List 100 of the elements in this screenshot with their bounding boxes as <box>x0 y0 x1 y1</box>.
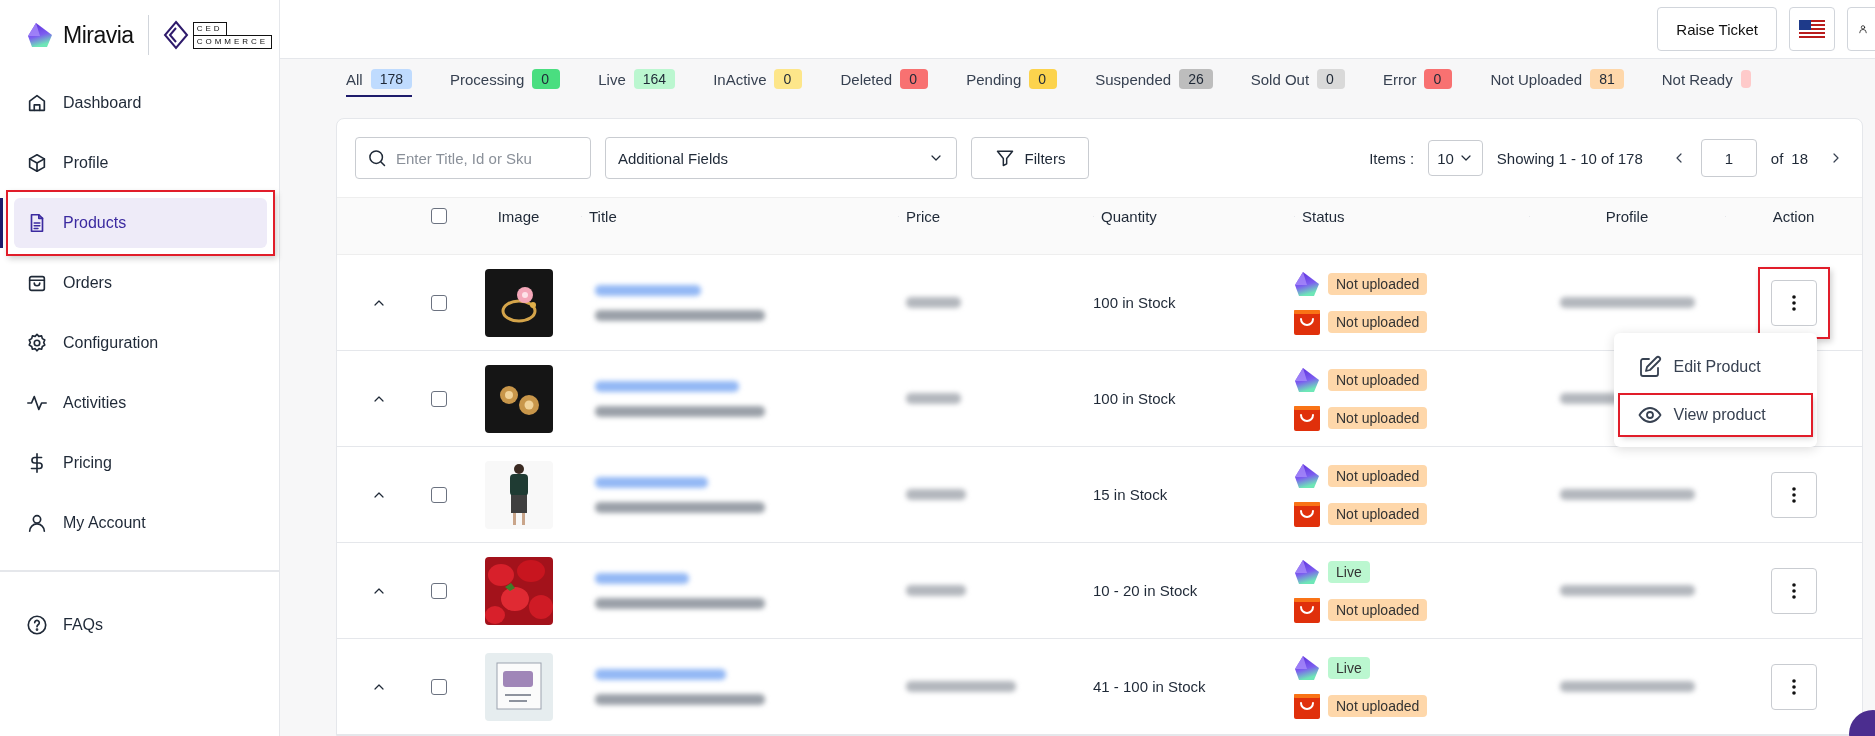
tab-label: All <box>346 70 363 88</box>
gem-logo-icon <box>1294 366 1320 393</box>
shopping-bag-icon <box>1294 692 1320 719</box>
cube-icon <box>26 152 48 174</box>
count-badge: 0 <box>532 69 561 90</box>
search-field[interactable]: Enter Title, Id or Sku <box>355 137 591 179</box>
menu-item[interactable]: Edit Product <box>1619 346 1811 387</box>
status-tab[interactable]: Error 0 <box>1383 65 1453 98</box>
status-tab[interactable]: Processing 0 <box>450 65 561 98</box>
tab-label: InActive <box>713 70 767 88</box>
gem-logo-icon <box>1294 654 1320 681</box>
tab-label: Live <box>598 70 626 88</box>
blurred-text <box>906 297 961 308</box>
status-badge: Live <box>1328 656 1370 679</box>
count-badge: 81 <box>1590 69 1624 90</box>
total-pages: 18 <box>1791 149 1808 167</box>
language-button[interactable] <box>1789 7 1835 52</box>
tab-label: Processing <box>450 70 525 88</box>
items-per-page-select[interactable]: 10 <box>1428 140 1483 176</box>
status-tab[interactable]: Suspended 26 <box>1095 65 1213 98</box>
more-icon <box>1791 294 1796 311</box>
status-tab[interactable]: Deleted 0 <box>840 65 929 98</box>
status-badge: Live <box>1328 560 1370 583</box>
status-badge: Not uploaded <box>1328 694 1428 717</box>
gem-logo-icon <box>1294 462 1320 489</box>
blurred-text <box>906 585 966 596</box>
search-icon <box>367 148 387 168</box>
tab-label: Pending <box>966 70 1022 88</box>
checkbox[interactable] <box>430 486 447 503</box>
count-badge: 164 <box>633 69 676 90</box>
tab-label: Suspended <box>1095 70 1172 88</box>
checkbox[interactable] <box>430 208 447 225</box>
filters-button[interactable]: Filters <box>971 137 1089 179</box>
items-label: Items : <box>1369 149 1415 167</box>
gem-logo-icon <box>1294 270 1320 297</box>
status-badge: Not uploaded <box>1328 598 1428 621</box>
user-icon <box>26 512 48 534</box>
help-icon <box>26 614 48 636</box>
tab-label: Sold Out <box>1250 70 1310 88</box>
more-icon <box>1791 582 1796 599</box>
shopping-bag-icon <box>1294 500 1320 527</box>
status-badge: Not uploaded <box>1328 368 1428 391</box>
column-header: Action <box>1772 207 1815 225</box>
gem-logo-icon <box>27 22 53 48</box>
sidebar-item[interactable]: Activities <box>14 378 267 428</box>
status-badge: Not uploaded <box>1328 310 1428 333</box>
status-badge: Not uploaded <box>1328 464 1428 487</box>
tab-label: Not Uploaded <box>1490 70 1583 88</box>
of-label: of <box>1770 149 1784 167</box>
status-tab[interactable]: InActive 0 <box>713 65 803 98</box>
checkbox[interactable] <box>430 678 447 695</box>
flag-icon <box>1799 20 1825 39</box>
checkbox[interactable] <box>430 582 447 599</box>
sidebar-item[interactable]: Profile <box>14 138 267 188</box>
status-badge: Not uploaded <box>1328 272 1428 295</box>
gem-logo-icon <box>1294 558 1320 585</box>
sidebar-item[interactable]: FAQs <box>14 600 267 650</box>
additional-fields-select[interactable]: Additional Fields <box>605 137 957 179</box>
tab-label: Error <box>1383 70 1417 88</box>
edit-icon <box>1637 354 1662 379</box>
status-tab[interactable]: Pending 0 <box>966 65 1058 98</box>
count-badge: 0 <box>1317 69 1346 90</box>
status-tab[interactable]: Sold Out 0 <box>1250 65 1346 98</box>
stock-quantity: 100 in Stock <box>1093 390 1176 407</box>
sidebar-item[interactable]: Configuration <box>14 318 267 368</box>
count-badge: 0 <box>1424 69 1453 90</box>
blurred-text <box>906 489 966 500</box>
menu-item[interactable]: View product <box>1619 394 1811 435</box>
column-header: Quantity <box>1101 207 1157 225</box>
column-header: Price <box>906 207 941 225</box>
sidebar-item[interactable]: Pricing <box>14 438 267 488</box>
status-tab[interactable]: Live 164 <box>598 65 676 98</box>
sidebar-item[interactable]: Orders <box>14 258 267 308</box>
count-badge: 0 <box>1029 69 1058 90</box>
shopping-bag-icon <box>1294 308 1320 335</box>
status-tab[interactable]: All 178 <box>346 65 413 98</box>
partner-logo-text: CED COMMERCE <box>192 21 273 49</box>
column-header: Profile <box>1605 207 1649 225</box>
showing-range: Showing 1 - 10 of 178 <box>1496 149 1643 167</box>
tab-label: Deleted <box>840 70 893 88</box>
shopping-bag-icon <box>1294 404 1320 431</box>
more-icon <box>1791 486 1796 503</box>
sidebar-item[interactable]: My Account <box>14 498 267 548</box>
tab-label: Not Ready <box>1661 70 1733 88</box>
count-badge: 0 <box>774 69 803 90</box>
raise-ticket-button[interactable]: Raise Ticket <box>1657 7 1777 52</box>
count-badge: 178 <box>370 69 413 90</box>
sidebar-item[interactable]: Dashboard <box>14 78 267 128</box>
more-icon <box>1791 678 1796 695</box>
status-tab[interactable]: Not Uploaded 81 <box>1490 65 1624 98</box>
checkbox[interactable] <box>430 294 447 311</box>
count-badge: 26 <box>1179 69 1213 90</box>
stock-quantity: 100 in Stock <box>1093 294 1176 311</box>
stock-quantity: 15 in Stock <box>1093 486 1168 503</box>
checkbox[interactable] <box>430 390 447 407</box>
blurred-text <box>906 393 961 404</box>
page-field[interactable]: 1 <box>1700 139 1757 177</box>
status-tab[interactable]: Not Ready <box>1661 65 1751 98</box>
brand-name: Miravia <box>63 21 134 49</box>
count-badge: 0 <box>900 69 929 90</box>
